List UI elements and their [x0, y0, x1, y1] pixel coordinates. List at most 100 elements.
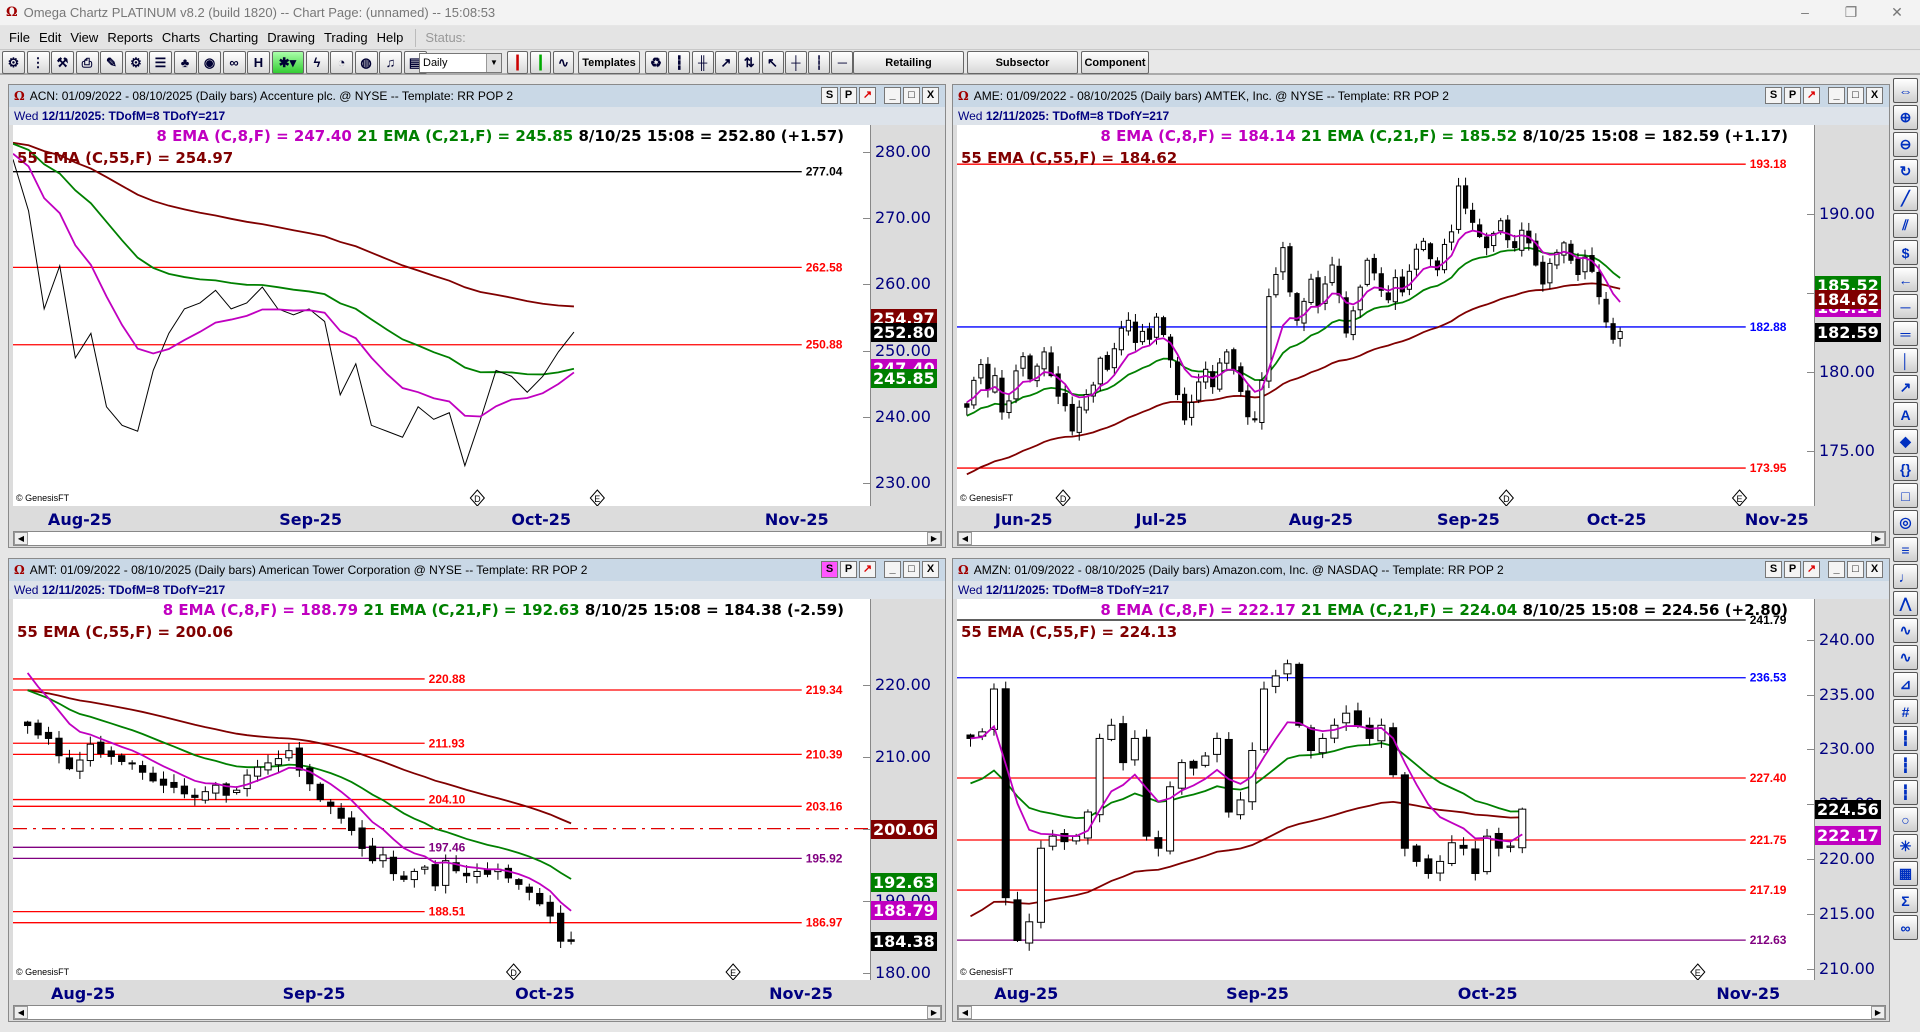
p-button[interactable]: P [1784, 87, 1801, 104]
candle-green-icon[interactable]: ┃ [530, 51, 551, 74]
bars3-icon[interactable]: ┇ [1893, 753, 1918, 778]
chain-icon[interactable]: ∞ [1893, 915, 1918, 940]
popout-button[interactable]: ↗ [1803, 561, 1820, 578]
shapes-icon[interactable]: ◆ [1893, 429, 1918, 454]
hline-icon[interactable]: ─ [831, 51, 854, 74]
retailing-button[interactable]: Retailing [853, 51, 964, 74]
sigma-icon[interactable]: Σ [1893, 888, 1918, 913]
menu-trading[interactable]: Trading [324, 30, 368, 45]
scroll-left-icon[interactable]: ◀ [14, 1006, 28, 1019]
boxes-icon[interactable]: ▦ [1893, 861, 1918, 886]
s-button[interactable]: S [1765, 561, 1782, 578]
chart-title-bar[interactable]: Ω ACN: 01/09/2022 - 08/10/2025 (Daily ba… [9, 85, 945, 107]
grid-icon[interactable]: # [1893, 699, 1918, 724]
trendline-icon[interactable]: ╱ [1893, 186, 1918, 211]
candle-red-icon[interactable]: ┃ [507, 51, 528, 74]
disk-icon[interactable]: ◍ [354, 51, 378, 74]
double-line-icon[interactable]: ═ [1893, 321, 1918, 346]
popout-button[interactable]: ↗ [859, 561, 876, 578]
bell-icon[interactable]: ♫ [379, 51, 402, 74]
popout-button[interactable]: ↗ [1803, 87, 1820, 104]
bars2-icon[interactable]: ┇ [1893, 726, 1918, 751]
s-button[interactable]: S [821, 87, 838, 104]
close-chart-button[interactable]: X [1866, 561, 1883, 578]
wave-icon[interactable]: ∿ [1893, 618, 1918, 643]
channel-icon[interactable]: ⫽ [1893, 213, 1918, 238]
arrow-icon[interactable]: ↗ [1893, 375, 1918, 400]
close-chart-button[interactable]: X [922, 87, 939, 104]
maximize-chart-button[interactable]: □ [1847, 87, 1864, 104]
scroll-left-icon[interactable]: ◀ [958, 532, 972, 545]
gear-icon[interactable]: ⚙ [2, 51, 25, 74]
price-axis[interactable]: 240.00235.00230.00225.00220.00215.00210.… [1807, 599, 1886, 980]
menu-help[interactable]: Help [377, 30, 404, 45]
p-button[interactable]: P [1784, 561, 1801, 578]
brackets-icon[interactable]: {} [1893, 456, 1918, 481]
horizontal-scrollbar[interactable]: ◀ ▶ [13, 531, 942, 546]
lightning-icon[interactable]: ϟ [305, 51, 329, 74]
horizontal-line-icon[interactable]: ─ [1893, 294, 1918, 319]
scroll-right-icon[interactable]: ▶ [927, 1006, 941, 1019]
scroll-left-icon[interactable]: ◀ [14, 532, 28, 545]
rectangle-icon[interactable]: □ [1893, 483, 1918, 508]
fan-icon[interactable]: ⊿ [1893, 672, 1918, 697]
minimize-chart-button[interactable]: _ [884, 87, 901, 104]
close-chart-button[interactable]: X [1866, 87, 1883, 104]
gears-icon[interactable]: ⚙ [124, 51, 148, 74]
vertical-line-icon[interactable]: │ [1893, 348, 1918, 373]
wave2-icon[interactable]: ∿ [1893, 645, 1918, 670]
p-button[interactable]: P [840, 87, 857, 104]
fib-icon[interactable]: ♩ [1893, 564, 1918, 589]
bars-red-icon[interactable]: ╫ [691, 51, 714, 74]
maximize-chart-button[interactable]: □ [903, 561, 920, 578]
popout-button[interactable]: ↗ [859, 87, 876, 104]
plot-area[interactable]: 277.04 262.58 250.88 D E 8 EMA (C,8,F) = 247… [13, 125, 870, 506]
menu-edit[interactable]: Edit [39, 30, 61, 45]
traffic-light-icon[interactable]: ⋮ [26, 51, 50, 74]
chart-title-bar[interactable]: Ω AME: 01/09/2022 - 08/10/2025 (Daily ba… [953, 85, 1889, 107]
maximize-chart-button[interactable]: □ [1847, 561, 1864, 578]
menu-reports[interactable]: Reports [107, 30, 153, 45]
hierarchy-icon[interactable]: ♣ [173, 51, 197, 74]
horizontal-scrollbar[interactable]: ◀ ▶ [13, 1005, 942, 1020]
menu-file[interactable]: File [9, 30, 30, 45]
ladder-icon[interactable]: H [247, 51, 270, 74]
line-chart-icon[interactable]: ∿ [553, 51, 574, 74]
crosshair-icon[interactable]: ┼ [784, 51, 807, 74]
rps-icon[interactable]: ≡ [1893, 537, 1918, 562]
pan-icon[interactable]: ⇔ [1893, 78, 1918, 103]
recycle-icon[interactable]: ♻ [645, 51, 667, 74]
menu-charts[interactable]: Charts [162, 30, 200, 45]
pen-icon[interactable]: ✎ [100, 51, 123, 74]
component-button[interactable]: Component [1081, 51, 1149, 74]
text-icon[interactable]: A [1893, 402, 1918, 427]
bars-icon[interactable]: ┇ [668, 51, 691, 74]
minimize-chart-button[interactable]: _ [1828, 87, 1845, 104]
refresh-icon[interactable]: ↻ [1893, 159, 1918, 184]
s-button[interactable]: S [1765, 87, 1782, 104]
subsector-button[interactable]: Subsector [967, 51, 1078, 74]
chart-title-bar[interactable]: Ω AMZN: 01/09/2022 - 08/10/2025 (Daily b… [953, 559, 1889, 581]
menu-view[interactable]: View [70, 30, 98, 45]
price-axis[interactable]: 220.00210.00200.00190.00180.00200.06192.… [863, 599, 942, 982]
period-select[interactable]: Daily ▼ [419, 53, 502, 73]
close-chart-button[interactable]: X [922, 561, 939, 578]
arrow-left-icon[interactable]: ← [1893, 267, 1918, 292]
plot-area[interactable]: 220.88 219.34 211.93 210.39 204.10 203.16 197.… [13, 599, 870, 980]
maximize-chart-button[interactable]: □ [903, 87, 920, 104]
link-icon[interactable]: ∞ [222, 51, 246, 74]
zoom-in-icon[interactable]: ⊕ [1893, 105, 1918, 130]
scroll-right-icon[interactable]: ▶ [1871, 532, 1885, 545]
scroll-left-icon[interactable]: ◀ [958, 1006, 972, 1019]
bars4-icon[interactable]: ┇ [1893, 780, 1918, 805]
horizontal-scrollbar[interactable]: ◀ ▶ [957, 1005, 1886, 1020]
chart-wizard-icon[interactable]: ✱▾ [271, 51, 304, 74]
trend-icon[interactable]: ↗ [714, 51, 737, 74]
gann-icon[interactable]: ✳ [1893, 834, 1918, 859]
price-axis[interactable]: 280.00 270.00 260.00 250.00 240.00 230.00 254.… [863, 125, 942, 506]
plot-area[interactable]: 241.79 236.53 227.40 221.75 217.19 212.63 E 8 … [957, 599, 1814, 980]
sort-icon[interactable]: ⇅ [738, 51, 761, 74]
printer-icon[interactable]: ⎙ [75, 51, 99, 74]
s-button[interactable]: S [821, 561, 838, 578]
minimize-chart-button[interactable]: _ [1828, 561, 1845, 578]
